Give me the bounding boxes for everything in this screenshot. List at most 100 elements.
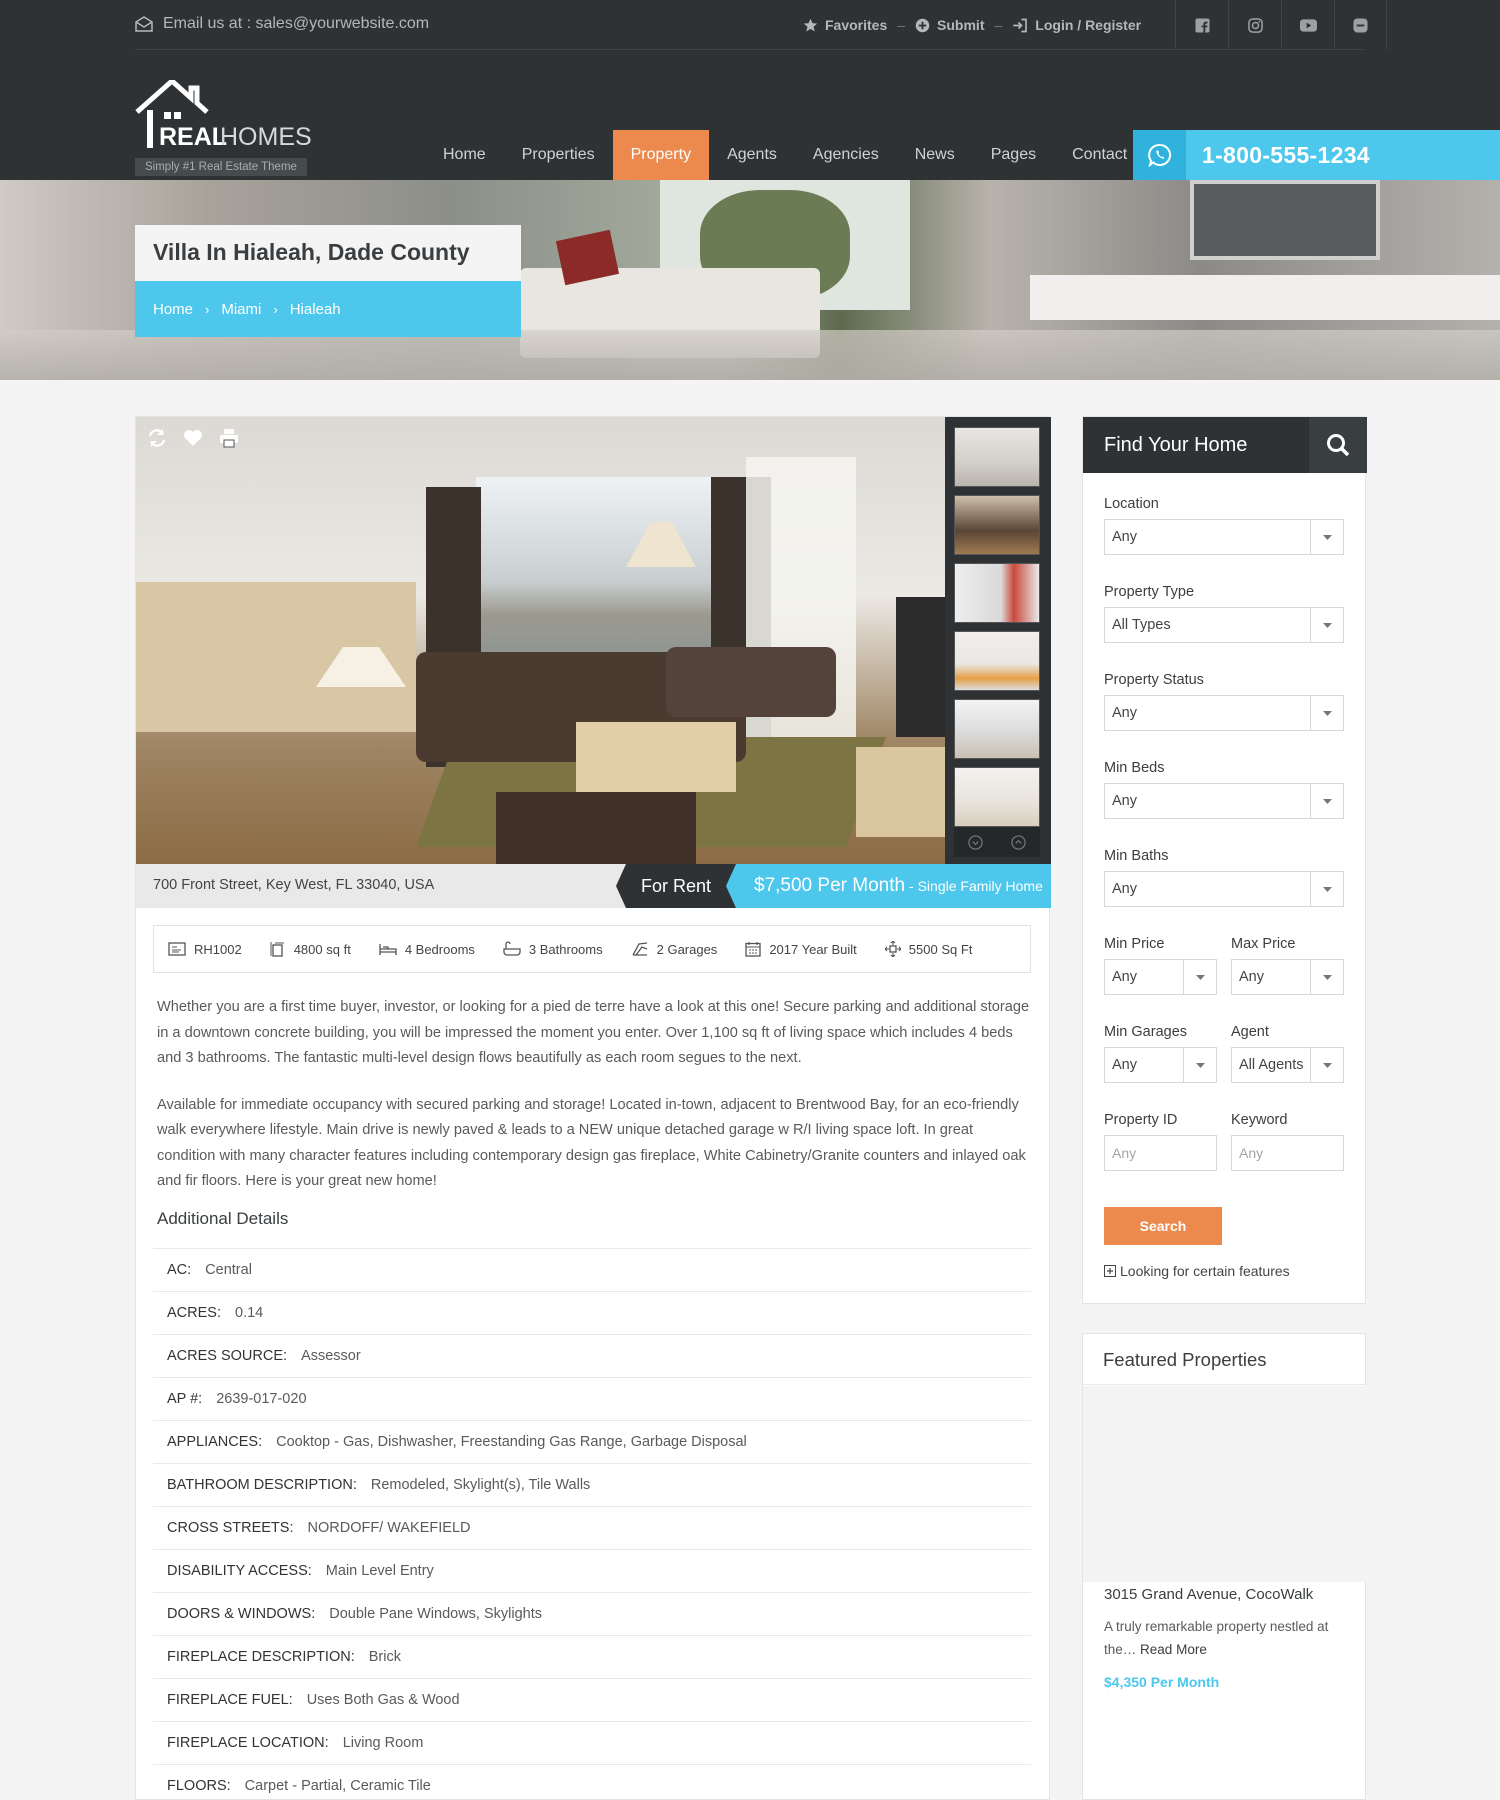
property-type-select[interactable]: All Types xyxy=(1104,607,1344,643)
detail-key: AP #: xyxy=(167,1391,203,1407)
nav-item-agencies[interactable]: Agencies xyxy=(795,130,897,180)
main-navigation: Home Properties Property Agents Agencies… xyxy=(425,130,1145,180)
nav-item-contact[interactable]: Contact xyxy=(1054,130,1145,180)
instagram-link[interactable] xyxy=(1228,0,1281,50)
detail-value: NORDOFF/ WAKEFIELD xyxy=(307,1520,471,1536)
featured-property-description: A truly remarkable property nestled at t… xyxy=(1104,1615,1349,1661)
nav-item-news[interactable]: News xyxy=(897,130,973,180)
detail-value: Carpet - Partial, Ceramic Tile xyxy=(244,1778,431,1794)
breadcrumb-miami[interactable]: Miami xyxy=(221,301,261,318)
id-card-icon xyxy=(168,942,186,956)
features-link-text: Looking for certain features xyxy=(1120,1263,1290,1279)
read-more-link[interactable]: Read More xyxy=(1140,1642,1207,1657)
additional-details-heading: Additional Details xyxy=(157,1209,289,1228)
print-icon[interactable] xyxy=(218,427,240,449)
photo-ottoman xyxy=(496,792,696,864)
location-label: Location xyxy=(1104,496,1159,512)
detail-row: APPLIANCES: Cooktop - Gas, Dishwasher, Fr… xyxy=(153,1420,1031,1463)
min-beds-select[interactable]: Any xyxy=(1104,783,1344,819)
meta-property-id: RH1002 xyxy=(168,942,242,957)
site-logo[interactable]: REAL HOMES Simply #1 Real Estate Theme xyxy=(135,77,315,178)
bed-icon xyxy=(379,944,397,955)
price-tag: $7,500 Per Month - Single Family Home xyxy=(726,864,1051,908)
min-baths-select[interactable]: Any xyxy=(1104,871,1344,907)
gallery-thumbnail[interactable] xyxy=(954,699,1040,759)
meta-area: 4800 sq ft xyxy=(270,941,351,957)
sign-in-icon xyxy=(1013,18,1028,32)
property-gallery xyxy=(136,417,1051,864)
login-label: Login / Register xyxy=(1035,17,1142,33)
detail-key: FIREPLACE DESCRIPTION: xyxy=(167,1649,355,1665)
property-type-label: Property Type xyxy=(1104,584,1195,600)
gallery-thumbnail[interactable] xyxy=(954,427,1040,487)
max-price-select[interactable]: Any xyxy=(1231,959,1344,995)
favorites-link[interactable]: Favorites xyxy=(803,17,887,33)
gallery-thumbnail[interactable] xyxy=(954,767,1040,827)
keyword-input[interactable] xyxy=(1231,1135,1344,1171)
detail-row: FIREPLACE LOCATION: Living Room xyxy=(153,1721,1031,1764)
site-header: Email us at : sales@yourwebsite.com Favo… xyxy=(0,0,1500,180)
featured-property-image[interactable] xyxy=(1083,1386,1367,1582)
nav-item-properties[interactable]: Properties xyxy=(504,130,613,180)
detail-value: Main Level Entry xyxy=(325,1563,434,1579)
calendar-icon xyxy=(745,942,761,957)
additional-details-list: AC: Central ACRES: 0.14 ACRES SOURCE: Asses… xyxy=(153,1248,1031,1800)
heart-icon[interactable] xyxy=(182,427,204,449)
thumbnail-down-button[interactable] xyxy=(954,827,997,857)
login-register-link[interactable]: Login / Register xyxy=(1012,17,1141,33)
min-garages-select[interactable]: Any xyxy=(1104,1047,1217,1083)
location-select[interactable]: Any xyxy=(1104,519,1344,555)
meta-bathrooms: 3 Bathrooms xyxy=(503,941,603,957)
gallery-thumbnail[interactable] xyxy=(954,631,1040,691)
property-status-select[interactable]: Any xyxy=(1104,695,1344,731)
property-id-input[interactable] xyxy=(1104,1135,1217,1171)
phone-contact[interactable]: 1-800-555-1234 xyxy=(1133,130,1500,180)
breadcrumb-home[interactable]: Home xyxy=(153,301,193,318)
page-title: Villa In Hialeah, Dade County xyxy=(153,239,470,265)
skype-icon xyxy=(1353,17,1368,33)
compare-refresh-icon[interactable] xyxy=(146,427,168,449)
featured-property-title[interactable]: 3015 Grand Avenue, CocoWalk xyxy=(1104,1586,1313,1603)
whatsapp-button[interactable] xyxy=(1133,130,1186,180)
nav-item-property[interactable]: Property xyxy=(612,130,710,180)
chevron-down-circle-icon xyxy=(968,834,983,850)
property-address: 700 Front Street, Key West, FL 33040, US… xyxy=(153,877,435,893)
size-icon xyxy=(884,941,901,957)
chevron-right-icon: › xyxy=(273,301,278,317)
youtube-link[interactable] xyxy=(1281,0,1334,50)
nav-item-pages[interactable]: Pages xyxy=(973,130,1054,180)
banner-tv xyxy=(1190,180,1380,260)
detail-row: AC: Central xyxy=(153,1248,1031,1291)
select-value: Any xyxy=(1112,705,1137,721)
separator: – xyxy=(897,17,906,33)
search-button[interactable]: Search xyxy=(1104,1207,1222,1245)
banner-cabinet xyxy=(1030,275,1500,320)
submit-link[interactable]: Submit xyxy=(915,17,985,33)
agent-select[interactable]: All Agents xyxy=(1231,1047,1344,1083)
thumbnail-navigation xyxy=(954,827,1040,857)
nav-item-agents[interactable]: Agents xyxy=(709,130,795,180)
meta-text: 5500 Sq Ft xyxy=(908,941,973,957)
skype-link[interactable] xyxy=(1334,0,1387,50)
garage-icon xyxy=(632,942,647,956)
main-property-photo[interactable] xyxy=(136,417,945,864)
min-price-select[interactable]: Any xyxy=(1104,959,1217,995)
breadcrumb-hialeah[interactable]: Hialeah xyxy=(290,301,341,318)
meta-text: 3 Bathrooms xyxy=(528,941,603,957)
search-toggle-button[interactable] xyxy=(1309,417,1367,473)
gallery-thumbnail[interactable] xyxy=(954,495,1040,555)
featured-property-price: $4,350 Per Month xyxy=(1104,1674,1220,1690)
email-contact[interactable]: Email us at : sales@yourwebsite.com xyxy=(135,15,429,33)
detail-value: Living Room xyxy=(342,1735,424,1751)
features-toggle-link[interactable]: Looking for certain features xyxy=(1104,1263,1290,1279)
facebook-link[interactable] xyxy=(1175,0,1228,50)
detail-row: DOORS & WINDOWS: Double Pane Windows, Sky… xyxy=(153,1592,1031,1635)
submit-label: Submit xyxy=(937,17,985,33)
thumbnail-up-button[interactable] xyxy=(997,827,1040,857)
select-value: Any xyxy=(1239,969,1264,985)
envelope-icon xyxy=(135,16,153,32)
nav-item-home[interactable]: Home xyxy=(425,130,504,180)
detail-key: CROSS STREETS: xyxy=(167,1520,294,1536)
gallery-thumbnail[interactable] xyxy=(954,563,1040,623)
agent-label: Agent xyxy=(1231,1024,1269,1040)
